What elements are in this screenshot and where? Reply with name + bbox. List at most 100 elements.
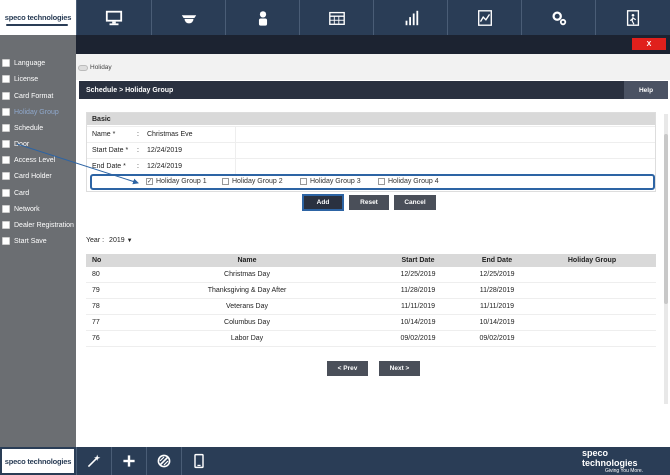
option-label: Holiday Group 4 (388, 178, 439, 185)
basic-section-header: Basic (87, 113, 655, 125)
sidebar-item-holiday-group[interactable]: Holiday Group (0, 106, 59, 118)
end-date-field[interactable]: 12/24/2019 (147, 163, 237, 170)
sidebar-item-license[interactable]: License (0, 73, 38, 85)
monitor-icon (105, 10, 123, 25)
checkbox[interactable] (300, 178, 307, 185)
sidebar-item-label: Access Level (14, 156, 56, 164)
col-no[interactable]: No (86, 257, 124, 264)
nav-camera-button[interactable] (151, 0, 225, 35)
table-row[interactable]: 76 Labor Day 09/02/2019 09/02/2019 (86, 331, 656, 347)
cancel-button[interactable]: Cancel (394, 195, 436, 210)
table-row[interactable]: 78 Veterans Day 11/11/2019 11/11/2019 (86, 299, 656, 315)
checkbox[interactable] (378, 178, 385, 185)
sidebar-item-access-level[interactable]: Access Level (0, 154, 55, 166)
sidebar-item-door[interactable]: Door (0, 138, 29, 150)
add-item-button[interactable] (111, 447, 146, 475)
scrollbar-thumb[interactable] (664, 134, 668, 304)
checkbox[interactable] (2, 156, 10, 164)
sidebar-item-schedule[interactable]: Schedule (0, 122, 43, 134)
cell-start: 09/02/2019 (400, 335, 436, 342)
brand-logo: speco technologies (0, 0, 76, 35)
sidebar-item-card-holder[interactable]: Card Holder (0, 170, 52, 182)
chevron-down-icon: ▼ (126, 237, 133, 244)
breadcrumb-label: Holiday (90, 64, 112, 71)
table-row[interactable]: 77 Columbus Day 10/14/2019 10/14/2019 (86, 315, 656, 331)
col-end-date[interactable]: End Date (466, 257, 528, 264)
year-select[interactable]: 2019 ▼ (109, 237, 133, 244)
divider (235, 127, 236, 142)
cell-name: Thanksgiving & Day After (207, 287, 287, 294)
checkbox-checked[interactable]: ✓ (146, 178, 153, 185)
checkbox[interactable] (2, 124, 10, 132)
disable-button[interactable] (146, 447, 181, 475)
breadcrumb: Holiday (78, 64, 112, 71)
holiday-group-1-option[interactable]: ✓ Holiday Group 1 (146, 178, 207, 185)
nav-settings-button[interactable] (521, 0, 595, 35)
sidebar-item-label: Network (14, 205, 40, 213)
holiday-group-2-option[interactable]: Holiday Group 2 (222, 178, 283, 185)
divider (235, 159, 236, 174)
nav-monitor-button[interactable] (76, 0, 151, 35)
sidebar-item-network[interactable]: Network (0, 203, 40, 215)
checkbox[interactable] (2, 75, 10, 83)
checkbox[interactable] (2, 237, 10, 245)
nav-chart-button[interactable] (373, 0, 447, 35)
nav-exit-button[interactable] (595, 0, 670, 35)
table-row[interactable]: 80 Christmas Day 12/25/2019 12/25/2019 (86, 267, 656, 283)
next-page-button[interactable]: Next > (379, 361, 420, 376)
reset-button[interactable]: Reset (349, 195, 389, 210)
name-field[interactable]: Christmas Eve (147, 131, 237, 138)
checkbox[interactable] (222, 178, 229, 185)
checkbox[interactable] (2, 205, 10, 213)
col-name[interactable]: Name (124, 257, 370, 264)
exit-icon (626, 9, 640, 26)
main-content: Holiday Schedule > Holiday Group Help Ba… (76, 54, 670, 447)
brand-logo-text: speco technologies (4, 13, 72, 22)
table-row[interactable]: 79 Thanksgiving & Day After 11/28/2019 1… (86, 283, 656, 299)
checkbox[interactable] (2, 92, 10, 100)
checkbox[interactable] (2, 108, 10, 116)
prev-page-button[interactable]: < Prev (327, 361, 368, 376)
divider (235, 143, 236, 158)
plus-icon (123, 455, 135, 467)
col-start-date[interactable]: Start Date (370, 257, 466, 264)
cell-end: 10/14/2019 (479, 319, 515, 326)
checkbox[interactable] (2, 172, 10, 180)
checkbox[interactable] (2, 221, 10, 229)
nav-user-button[interactable] (225, 0, 299, 35)
name-label: Name * (92, 130, 116, 138)
sidebar-item-card[interactable]: Card (0, 187, 29, 199)
device-button[interactable] (181, 447, 216, 475)
add-button[interactable]: Add (302, 194, 344, 211)
end-date-row: End Date * : 12/24/2019 (87, 158, 655, 174)
sidebar-item-label: Start Save (14, 237, 47, 245)
sidebar-item-card-format[interactable]: Card Format (0, 90, 53, 102)
holiday-group-4-option[interactable]: Holiday Group 4 (378, 178, 439, 185)
sidebar-item-label: Card Format (14, 92, 54, 100)
bottom-right-brand-logo: speco technologies Giving You More. (582, 448, 666, 474)
checkbox[interactable] (2, 59, 10, 67)
start-date-field[interactable]: 12/24/2019 (147, 147, 237, 154)
sidebar-item-start-save[interactable]: Start Save (0, 235, 47, 247)
sidebar-item-language[interactable]: Language (0, 57, 45, 69)
wizard-button[interactable] (76, 447, 111, 475)
camera-dome-icon (181, 14, 196, 23)
checkbox[interactable] (2, 140, 10, 148)
sidebar-item-label: License (14, 75, 39, 83)
report-icon (477, 9, 492, 26)
page-title: Schedule > Holiday Group (86, 86, 174, 94)
scrollbar[interactable] (664, 114, 668, 404)
calendar-icon (328, 11, 345, 25)
cell-start: 11/28/2019 (400, 287, 436, 294)
close-button[interactable]: X (632, 38, 666, 50)
nav-report-button[interactable] (447, 0, 521, 35)
col-holiday-group[interactable]: Holiday Group (528, 257, 656, 264)
help-button[interactable]: Help (624, 81, 668, 99)
holiday-group-3-option[interactable]: Holiday Group 3 (300, 178, 361, 185)
table-header: No Name Start Date End Date Holiday Grou… (86, 254, 656, 267)
cell-no: 78 (92, 303, 100, 310)
start-date-row: Start Date * : 12/24/2019 (87, 142, 655, 158)
nav-calendar-button[interactable] (299, 0, 373, 35)
sidebar-item-dealer-registration[interactable]: Dealer Registration (0, 219, 74, 231)
checkbox[interactable] (2, 189, 10, 197)
